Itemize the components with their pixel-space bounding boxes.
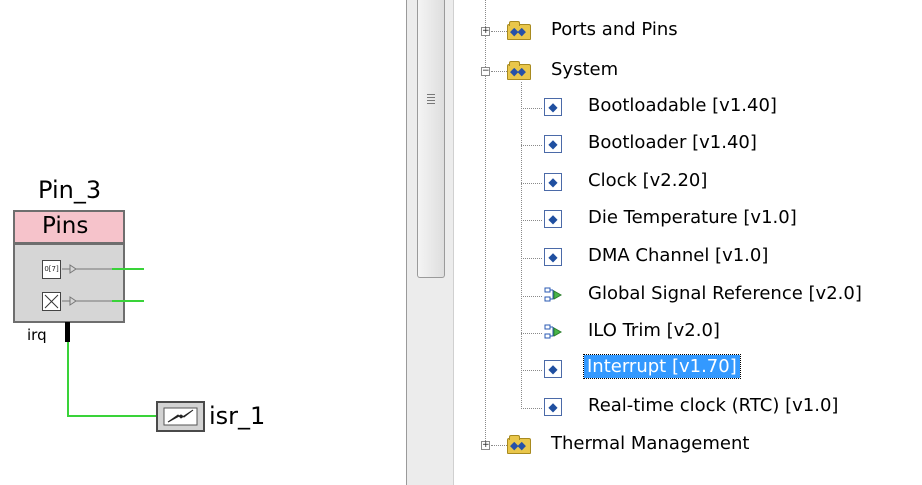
component-type-label: Pins [42,213,89,239]
isr-instance-name: isr_1 [209,402,266,430]
tree-category-system[interactable]: System [551,59,618,80]
tree-line [521,258,542,259]
tree-item-ilo-trim[interactable]: ILO Trim [v2.0] [588,320,720,341]
tree-line [491,31,507,32]
tree-line [521,82,522,409]
component-icon: ◆ [544,210,562,228]
tree-line [521,296,542,297]
component-icon: ◆ [544,135,562,153]
component-folder-icon: ◆◆ [507,21,531,40]
component-icon: ◆ [544,248,562,266]
signal-component-icon [544,323,563,341]
component-icon: ◆ [544,398,562,416]
grip-line [427,100,435,101]
signal-component-icon [544,286,563,304]
isr-component[interactable] [156,401,205,432]
tree-item-global-signal-reference[interactable]: Global Signal Reference [v2.0] [588,283,862,304]
tree-item-bootloader[interactable]: Bootloader [v1.40] [588,132,757,153]
tree-line [491,445,507,446]
expand-button[interactable]: + [481,441,490,450]
grip-line [427,103,435,104]
interrupt-lightning-icon [163,407,198,426]
tree-line [521,183,542,184]
component-catalog-tree[interactable]: + ◆◆ Ports and Pins − ◆◆ System ◆ Bootlo… [455,0,922,485]
tree-item-die-temperature[interactable]: Die Temperature [v1.0] [588,207,797,228]
component-folder-icon: ◆◆ [507,435,531,454]
component-icon: ◆ [544,98,562,116]
analog-pin-symbol [42,292,61,311]
pins-component-header[interactable]: Pins [13,210,125,244]
tree-item-dma-channel[interactable]: DMA Channel [v1.0] [588,245,768,266]
tree-line [521,408,542,409]
tree-line [521,108,542,109]
wire-pin-1[interactable] [112,268,144,270]
tree-line [521,145,542,146]
component-icon: ◆ [544,360,562,378]
expand-button[interactable]: + [481,27,490,36]
grip-line [427,94,435,95]
tree-item-clock[interactable]: Clock [v2.20] [588,170,707,191]
digital-pin-symbol: 0[7] [42,260,61,279]
tree-line [491,71,507,72]
tree-category-thermal-management[interactable]: Thermal Management [551,433,749,454]
wire-pin-2[interactable] [112,300,144,302]
tree-line [521,220,542,221]
irq-wire-horizontal[interactable] [67,415,157,417]
cross-icon [44,294,59,309]
tree-line [521,370,542,371]
collapse-button[interactable]: − [481,67,490,76]
component-instance-name: Pin_3 [38,176,102,204]
irq-terminal-label: irq [27,326,47,344]
vertical-scrollbar[interactable] [406,0,454,485]
scrollbar-thumb[interactable] [417,0,445,278]
component-icon: ◆ [544,173,562,191]
tree-item-bootloadable[interactable]: Bootloadable [v1.40] [588,95,777,116]
tree-item-real-time-clock[interactable]: Real-time clock (RTC) [v1.0] [588,395,838,416]
component-folder-icon: ◆◆ [507,61,531,80]
tree-line [521,333,542,334]
grip-line [427,97,435,98]
schematic-canvas[interactable]: Pin_3 Pins 0[7] irq isr_1 [0,0,405,485]
irq-terminal [65,322,70,342]
tree-item-interrupt[interactable]: Interrupt [v1.70] [583,354,741,379]
tree-category-ports-and-pins[interactable]: Ports and Pins [551,19,678,40]
